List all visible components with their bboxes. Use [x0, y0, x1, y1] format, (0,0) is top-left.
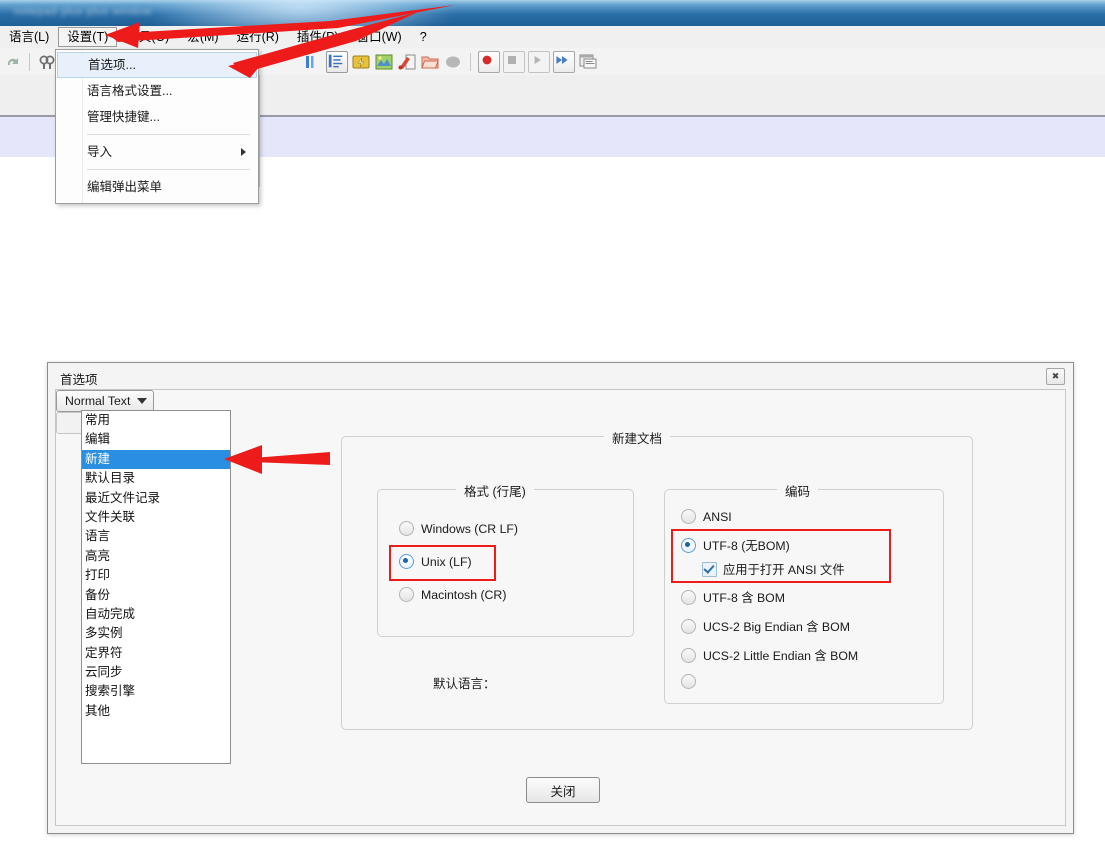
default-language-label: 默认语言： — [433, 677, 496, 691]
run-multiple-icon[interactable] — [553, 50, 575, 73]
sidebar-item-recent-files[interactable]: 最近文件记录 — [82, 489, 230, 508]
preferences-dialog: 首选项 ✖ 常用 编辑 新建 默认目录 最近文件记录 文件关联 语言 高亮 打印… — [47, 362, 1074, 834]
sidebar-item-multi-instance[interactable]: 多实例 — [82, 624, 230, 643]
menu-item-shortcut-mapper[interactable]: 管理快捷键... — [56, 104, 258, 130]
radio-utf8-bom[interactable]: UTF-8 含 BOM — [681, 588, 785, 606]
toolbar-separator — [29, 52, 30, 71]
radio-windows-crlf[interactable]: Windows (CR LF) — [399, 521, 518, 536]
menu-item-style-configurator[interactable]: 语言格式设置... — [56, 78, 258, 104]
uppercase-map-icon[interactable] — [374, 52, 394, 72]
radio-ucs2-le-button[interactable] — [681, 647, 696, 663]
radio-other-encoding[interactable] — [681, 674, 703, 689]
close-icon-glyph: ✖ — [1051, 371, 1060, 381]
macro-stop-icon[interactable] — [443, 52, 463, 72]
radio-windows-crlf-label: Windows (CR LF) — [421, 521, 519, 536]
menu-tools[interactable]: 工具(O) — [117, 27, 178, 47]
menu-window[interactable]: 窗口(W) — [348, 27, 411, 47]
sidebar-item-search-engine[interactable]: 搜索引擎 — [82, 682, 230, 701]
indent-guide-icon[interactable] — [351, 52, 371, 72]
sidebar-item-highlighting[interactable]: 高亮 — [82, 547, 230, 566]
word-wrap-icon[interactable] — [303, 52, 323, 72]
chevron-down-icon — [137, 398, 147, 404]
sidebar-item-backup[interactable]: 备份 — [82, 586, 230, 605]
radio-ucs2-le[interactable]: UCS-2 Little Endian 含 BOM — [681, 646, 858, 664]
radio-ucs2-be-button[interactable] — [681, 618, 696, 634]
zoom-tool-icon[interactable] — [397, 52, 417, 72]
sidebar-item-editing[interactable]: 编辑 — [82, 430, 230, 449]
encoding-group-legend: 编码 — [777, 481, 819, 500]
sidebar-item-misc[interactable]: 其他 — [82, 702, 230, 721]
toolbar-separator-3 — [470, 52, 471, 71]
menu-help[interactable]: ? — [411, 27, 436, 47]
window-title-text: notepad plus plus window — [14, 6, 152, 18]
default-language-combo[interactable]: Normal Text — [56, 390, 154, 412]
radio-ansi-button[interactable] — [681, 509, 696, 524]
menu-run[interactable]: 运行(R) — [228, 27, 288, 47]
folder-open-icon[interactable] — [420, 52, 440, 72]
menu-item-edit-popup-menu[interactable]: 编辑弹出菜单 — [56, 174, 258, 200]
find-replace-icon[interactable] — [37, 52, 57, 72]
radio-windows-crlf-button[interactable] — [399, 521, 414, 536]
close-button[interactable]: 关闭 — [526, 777, 600, 803]
redo-icon[interactable] — [2, 52, 22, 72]
sidebar-item-print[interactable]: 打印 — [82, 566, 230, 585]
annotation-box-unix-lf — [389, 545, 496, 581]
sidebar-item-delimiter[interactable]: 定界符 — [82, 644, 230, 663]
radio-ansi[interactable]: ANSI — [681, 509, 732, 524]
radio-macintosh-cr-button[interactable] — [399, 587, 414, 602]
radio-ansi-label: ANSI — [703, 509, 732, 524]
sidebar-item-default-directory[interactable]: 默认目录 — [82, 469, 230, 488]
menu-separator-1 — [87, 134, 250, 135]
default-language-value: Normal Text — [65, 394, 131, 408]
menu-item-import[interactable]: 导入 — [56, 139, 258, 165]
menu-item-preferences[interactable]: 首选项... — [57, 52, 257, 78]
dialog-title: 首选项 — [60, 373, 98, 387]
sidebar-item-cloud[interactable]: 云同步 — [82, 663, 230, 682]
radio-utf8-bom-label: UTF-8 含 BOM — [703, 591, 785, 605]
format-group-legend: 格式 (行尾) — [456, 481, 534, 500]
menu-settings[interactable]: 设置(T) — [58, 27, 118, 47]
new-document-group-legend: 新建文档 — [604, 428, 671, 447]
radio-utf8-bom-button[interactable] — [681, 589, 696, 605]
sidebar-item-auto-completion[interactable]: 自动完成 — [82, 605, 230, 624]
menu-macro[interactable]: 宏(M) — [178, 27, 227, 47]
menu-bar: 语言(L) 设置(T) 工具(O) 宏(M) 运行(R) 插件(P) 窗口(W)… — [0, 26, 1105, 49]
record-macro-icon[interactable] — [478, 50, 500, 73]
radio-macintosh-cr[interactable]: Macintosh (CR) — [399, 587, 506, 602]
radio-ucs2-be[interactable]: UCS-2 Big Endian 含 BOM — [681, 617, 850, 635]
radio-ucs2-be-label: UCS-2 Big Endian 含 BOM — [703, 620, 850, 634]
preferences-category-list[interactable]: 常用 编辑 新建 默认目录 最近文件记录 文件关联 语言 高亮 打印 备份 自动… — [81, 410, 231, 764]
screen-root: notepad plus plus window 语言(L) 设置(T) 工具(… — [0, 0, 1105, 862]
menu-item-import-label: 导入 — [87, 145, 113, 159]
settings-dropdown-menu: 首选项... 语言格式设置... 管理快捷键... 导入 编辑弹出菜单 — [55, 49, 259, 204]
sidebar-item-file-association[interactable]: 文件关联 — [82, 508, 230, 527]
menu-language[interactable]: 语言(L) — [0, 27, 58, 47]
dialog-close-icon[interactable]: ✖ — [1046, 368, 1065, 385]
chevron-right-icon — [241, 148, 246, 156]
stop-macro-icon[interactable] — [503, 50, 525, 73]
radio-macintosh-cr-label: Macintosh (CR) — [421, 587, 507, 602]
show-all-chars-icon[interactable] — [326, 50, 348, 73]
title-bar-glow — [150, 0, 450, 26]
sidebar-item-new-document[interactable]: 新建 — [82, 449, 230, 470]
play-macro-icon[interactable] — [528, 50, 550, 73]
menu-separator-2 — [87, 169, 250, 170]
dialog-body: 常用 编辑 新建 默认目录 最近文件记录 文件关联 语言 高亮 打印 备份 自动… — [55, 389, 1066, 826]
radio-ucs2-le-label: UCS-2 Little Endian 含 BOM — [703, 649, 859, 663]
radio-other-encoding-button[interactable] — [681, 674, 696, 689]
sidebar-item-general[interactable]: 常用 — [82, 411, 230, 430]
menu-plugins[interactable]: 插件(P) — [288, 27, 348, 47]
window-title-bar: notepad plus plus window — [0, 0, 1105, 26]
run-dialog-icon[interactable] — [578, 52, 598, 72]
sidebar-item-language[interactable]: 语言 — [82, 527, 230, 546]
annotation-box-utf8 — [671, 529, 891, 583]
